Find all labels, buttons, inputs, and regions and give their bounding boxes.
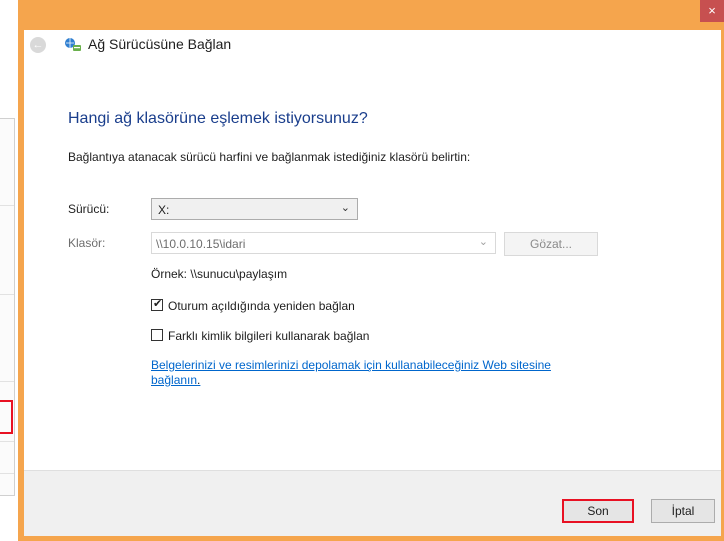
reconnect-label: Oturum açıldığında yeniden bağlan [168,299,355,313]
cancel-button[interactable]: İptal [651,499,715,523]
checkmark-icon: ✔ [153,298,163,310]
map-network-drive-dialog: × ← Ağ Sürücüsüne Bağlan Hangi ağ klasör… [18,0,724,541]
reconnect-checkbox[interactable]: ✔ [151,298,163,311]
background-divider [0,205,14,206]
network-drive-icon [65,38,81,51]
page-heading: Hangi ağ klasörüne eşlemek istiyorsunuz? [68,110,368,127]
example-text: Örnek: \\sunucu\paylaşım [151,267,288,281]
credentials-checkbox[interactable] [151,329,163,341]
browse-button[interactable]: Gözat... [504,232,598,256]
dialog-header: ← Ağ Sürücüsüne Bağlan [24,30,721,60]
folder-combobox-value: \\10.0.10.15\idari [156,237,246,251]
web-site-link-line2[interactable]: bağlanın [151,373,197,387]
credentials-label: Farklı kimlik bilgileri kullanarak bağla… [168,329,370,343]
background-divider [0,473,14,474]
background-divider [0,441,14,442]
dialog-title: Ağ Sürücüsüne Bağlan [88,36,232,52]
link-trailing-period: . [197,373,201,387]
background-divider [0,294,14,295]
background-panel [0,118,15,496]
dialog-client-area: ← Ağ Sürücüsüne Bağlan Hangi ağ klasörün… [24,30,721,536]
folder-label: Klasör: [68,236,106,250]
drive-select[interactable]: X: ⌄ [151,198,358,220]
dialog-footer: Son İptal [24,470,721,536]
instruction-text: Bağlantıya atanacak sürücü harfini ve ba… [68,150,471,164]
close-icon: × [708,3,716,18]
folder-combobox[interactable]: \\10.0.10.15\idari ⌄ [151,232,496,254]
web-site-link-line1[interactable]: Belgelerinizi ve resimlerinizi depolamak… [151,358,551,372]
background-divider [0,381,14,382]
drive-select-value: X: [158,203,170,217]
close-button[interactable]: × [700,0,724,22]
chevron-down-icon: ⌄ [478,236,488,248]
drive-label: Sürücü: [68,202,110,216]
background-highlight-box[interactable] [0,400,13,434]
back-arrow-icon: ← [32,39,44,51]
chevron-down-icon: ⌄ [340,202,350,214]
background-window [0,0,20,541]
back-button[interactable]: ← [30,37,46,53]
finish-button[interactable]: Son [562,499,634,523]
web-site-link[interactable]: Belgelerinizi ve resimlerinizi depolamak… [151,358,631,388]
